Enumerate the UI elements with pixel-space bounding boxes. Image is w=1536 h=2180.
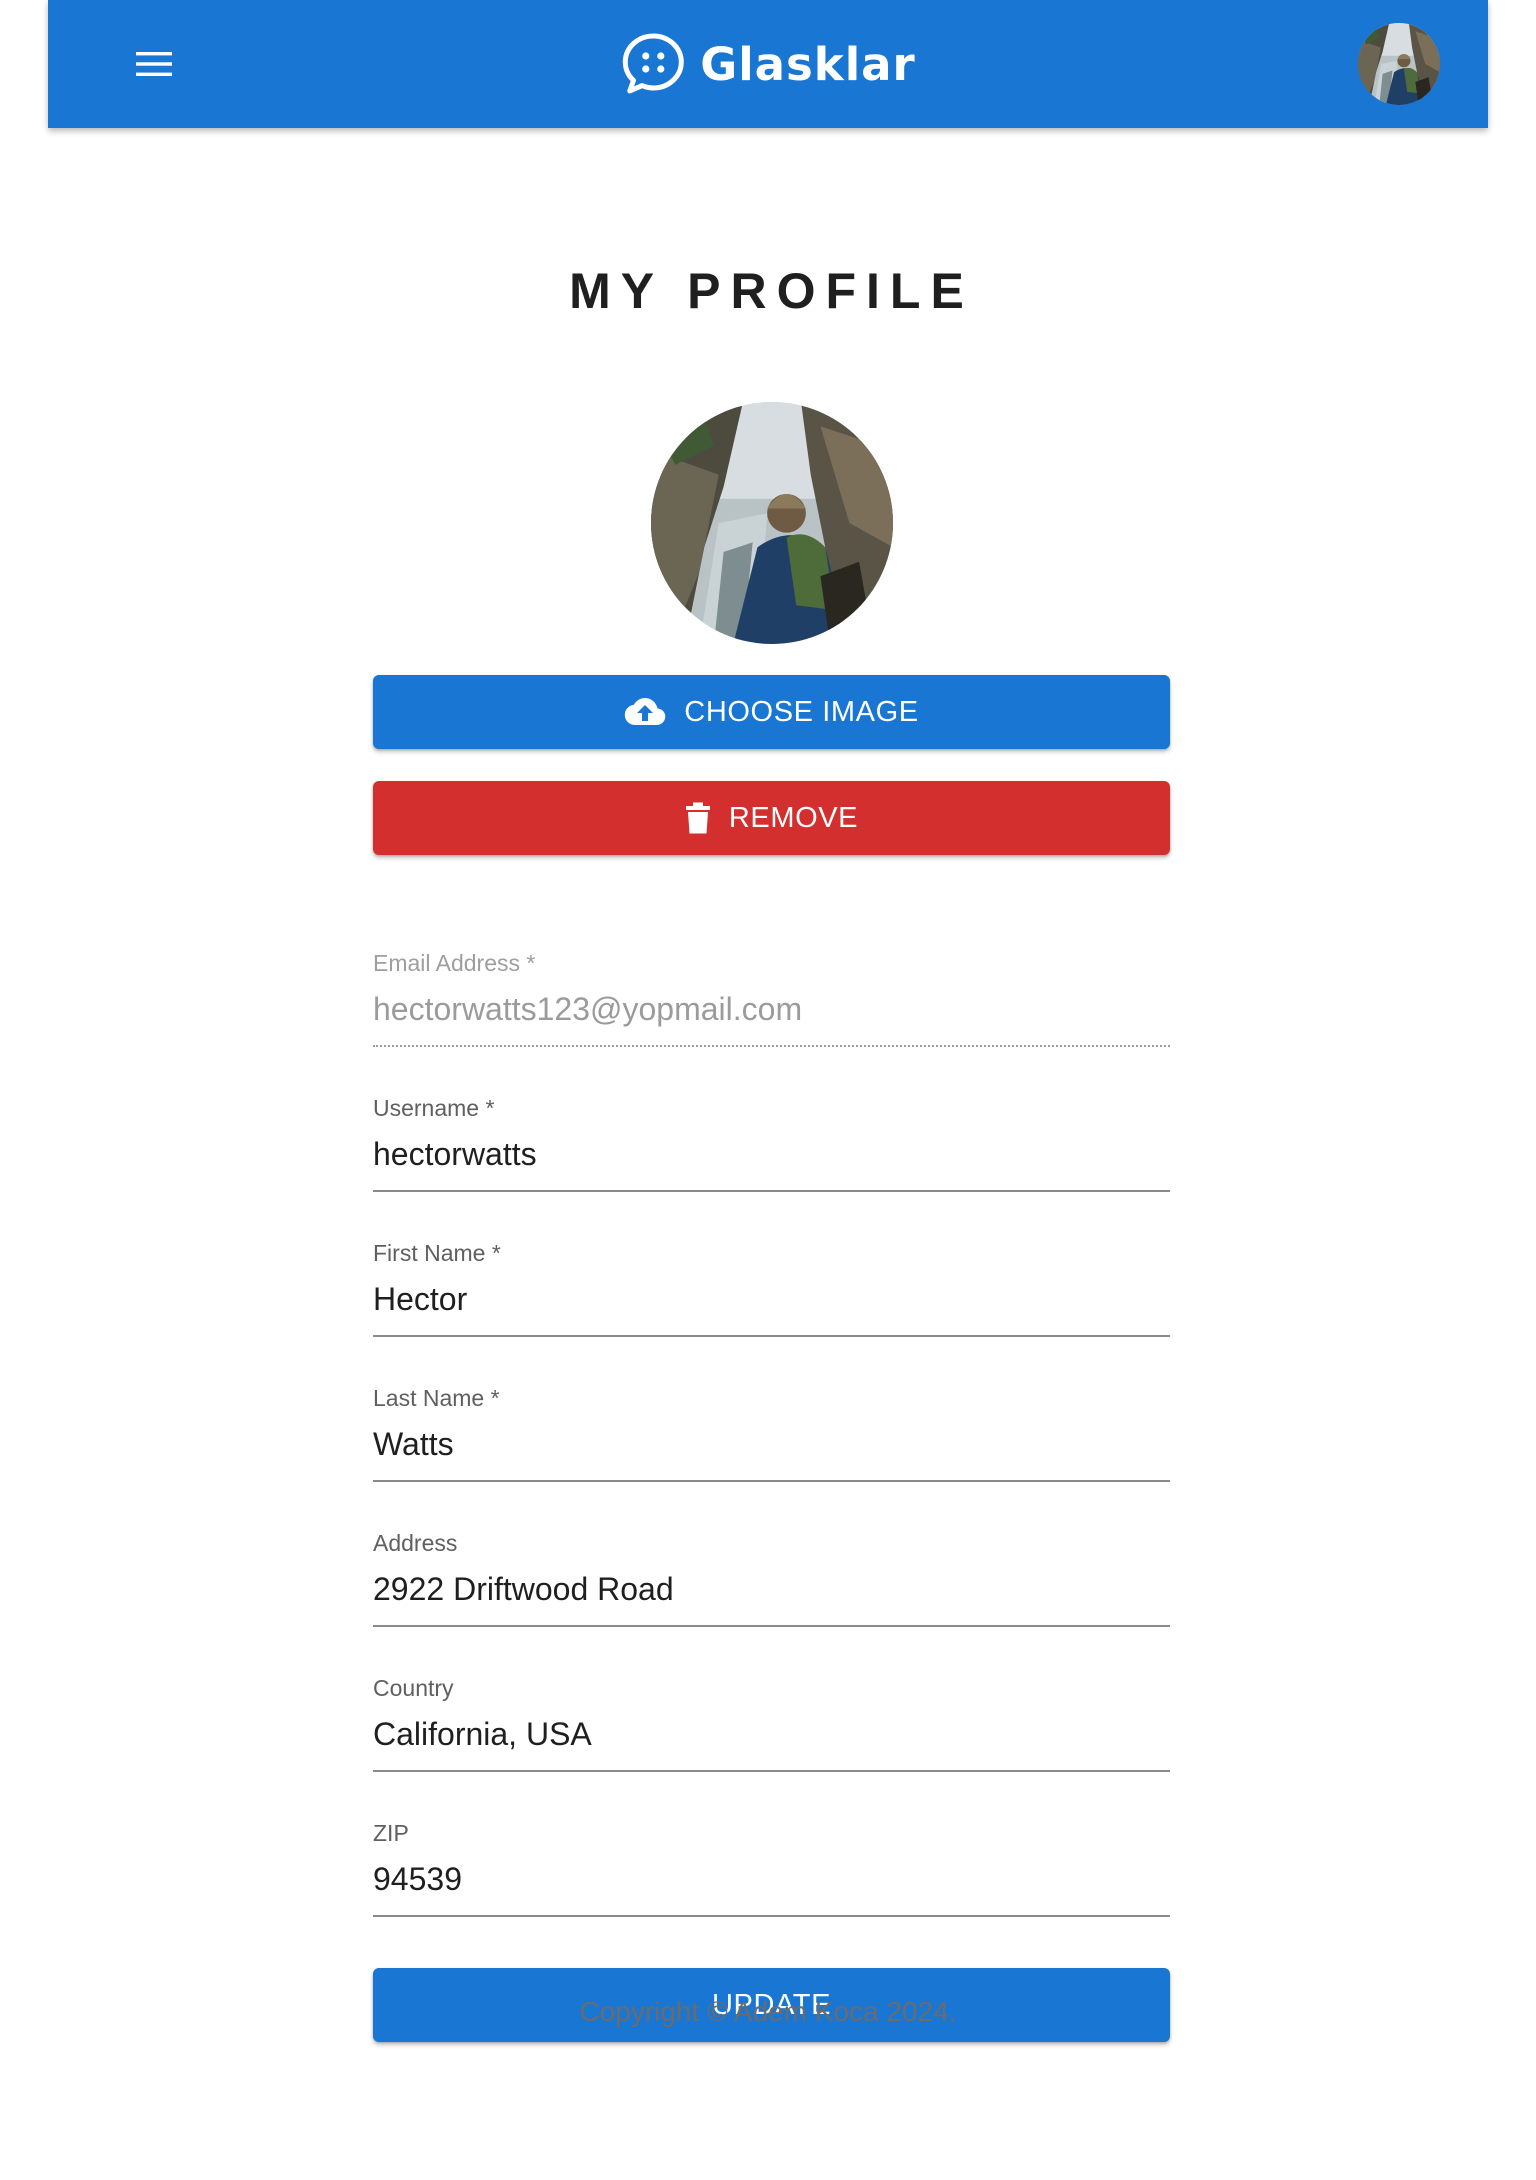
country-field[interactable]: Country [373,1675,1170,1775]
email-input [373,987,1170,1031]
chat-bubble-icon [622,33,684,94]
first-name-label: First Name * [373,1240,501,1266]
first-name-underline [373,1335,1170,1337]
first-name-field[interactable]: First Name * [373,1240,1170,1340]
country-underline [373,1770,1170,1772]
email-field: Email Address * [373,950,1170,1050]
zip-input[interactable] [373,1857,1170,1901]
country-input[interactable] [373,1712,1170,1756]
avatar-image [1358,23,1440,105]
profile-photo [651,402,893,644]
profile-picture [651,402,893,644]
username-field[interactable]: Username * [373,1095,1170,1195]
address-field[interactable]: Address [373,1530,1170,1630]
remove-button[interactable]: REMOVE [373,781,1170,855]
menu-button[interactable] [122,32,186,96]
zip-field[interactable]: ZIP [373,1820,1170,1920]
username-input[interactable] [373,1132,1170,1176]
user-avatar[interactable] [1358,23,1440,105]
last-name-field[interactable]: Last Name * [373,1385,1170,1485]
page-title: MY PROFILE [569,263,974,319]
cloud-upload-icon [625,698,666,725]
username-label: Username * [373,1095,495,1121]
country-label: Country [373,1675,454,1701]
last-name-underline [373,1480,1170,1482]
email-label: Email Address * [373,950,536,976]
address-underline [373,1625,1170,1627]
brand[interactable]: Glasklar [620,31,915,97]
email-underline [373,1045,1170,1047]
last-name-label: Last Name * [373,1385,500,1411]
zip-underline [373,1915,1170,1917]
remove-label: REMOVE [728,801,859,834]
brand-name: Glasklar [700,37,916,91]
address-label: Address [373,1530,458,1556]
app-bar: Glasklar [48,0,1488,128]
address-input[interactable] [373,1567,1170,1611]
first-name-input[interactable] [373,1277,1170,1321]
last-name-input[interactable] [373,1422,1170,1466]
choose-image-button[interactable]: CHOOSE IMAGE [373,675,1170,749]
choose-image-label: CHOOSE IMAGE [684,695,919,728]
trash-icon [685,802,710,834]
footer-copyright: Copyright © Adem Koca 2024. [579,1996,957,2027]
menu-icon [136,52,172,76]
username-underline [373,1190,1170,1192]
zip-label: ZIP [373,1820,409,1846]
